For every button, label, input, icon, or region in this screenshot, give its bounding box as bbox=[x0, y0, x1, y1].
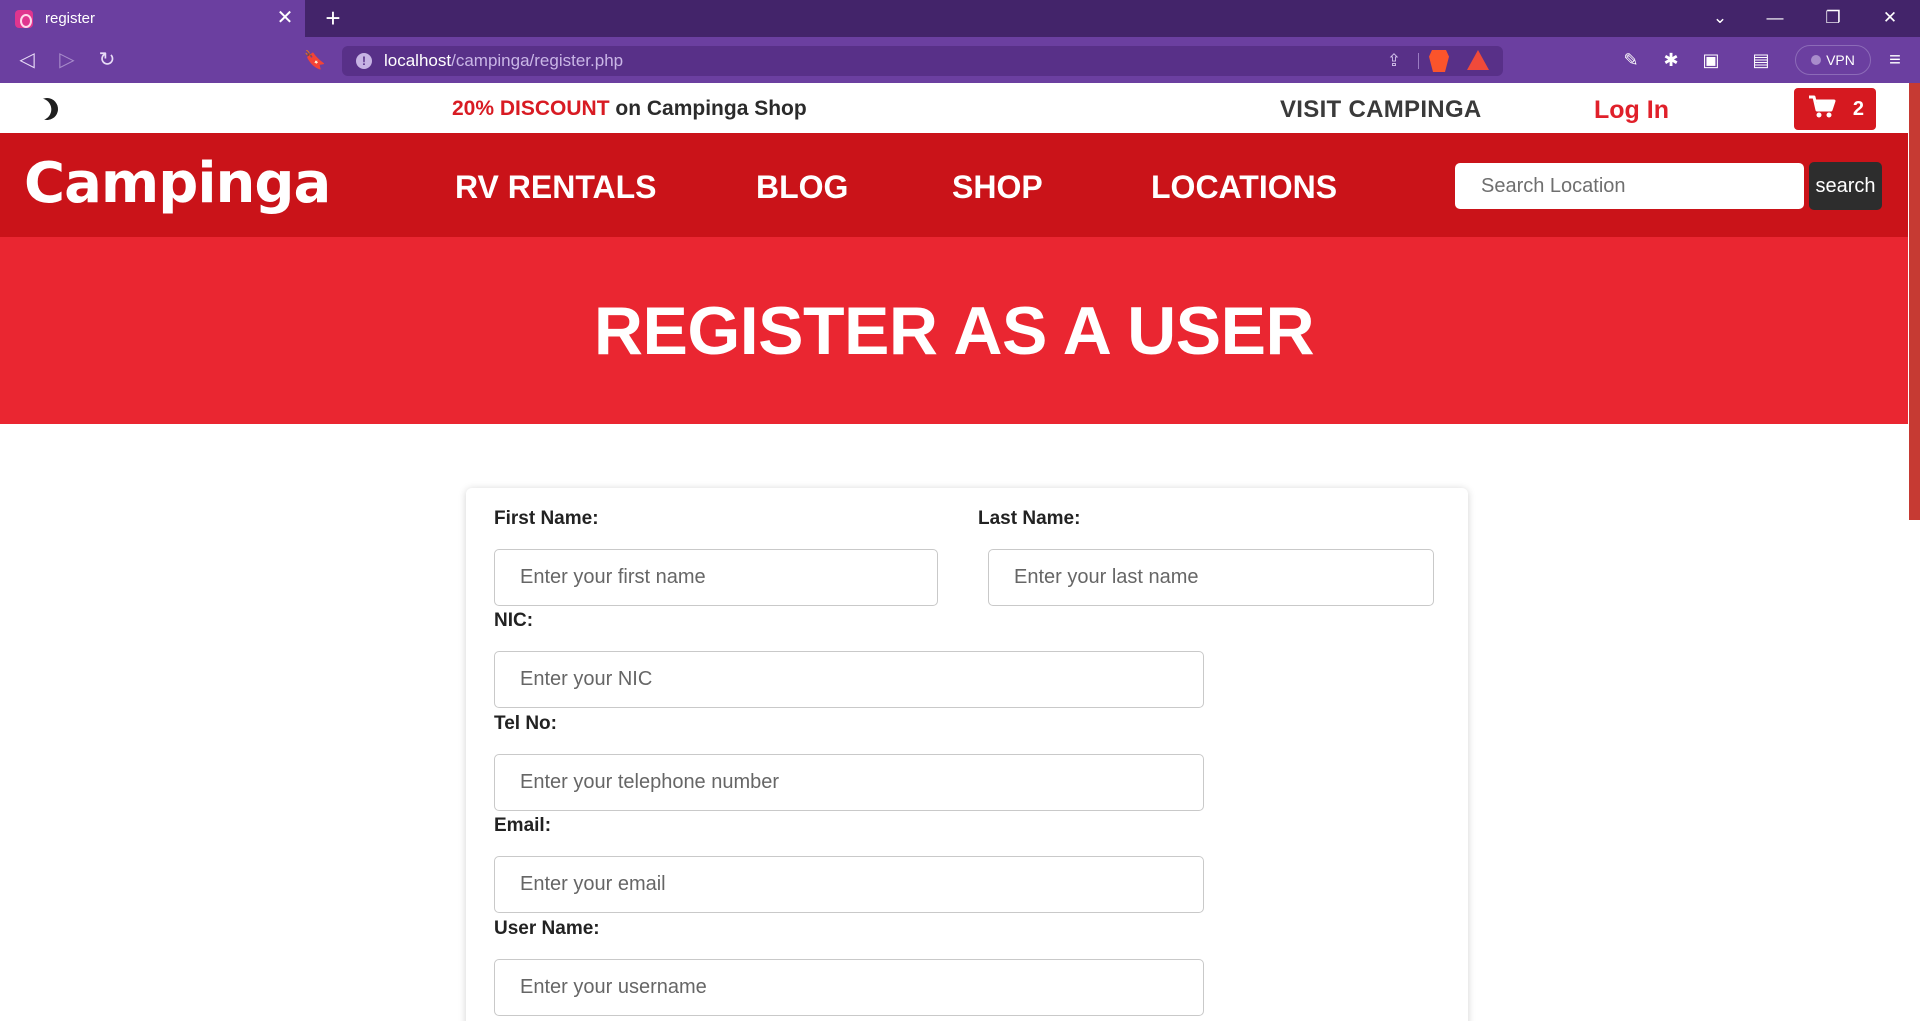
browser-tab-bar: register ✕ + ⌄ — ❐ ✕ bbox=[0, 0, 1920, 37]
login-link[interactable]: Log In bbox=[1594, 96, 1669, 125]
back-icon[interactable]: ◁ bbox=[12, 45, 42, 75]
register-form: First Name: Last Name: NIC: Tel No: Emai… bbox=[466, 488, 1468, 1021]
wallet-icon[interactable]: ▤ bbox=[1746, 45, 1776, 75]
brave-rewards-icon[interactable] bbox=[1467, 50, 1489, 70]
page-viewport: 20% DISCOUNT on Campinga Shop VISIT CAMP… bbox=[0, 83, 1920, 1021]
tab-close-icon[interactable]: ✕ bbox=[273, 6, 297, 30]
bookmark-icon[interactable]: 🔖 bbox=[300, 45, 330, 75]
browser-tab-register[interactable]: register ✕ bbox=[0, 0, 305, 37]
nav-locations[interactable]: LOCATIONS bbox=[1151, 169, 1337, 206]
new-tab-button[interactable]: + bbox=[318, 4, 348, 34]
visit-campinga-link[interactable]: VISIT CAMPINGA bbox=[1280, 96, 1482, 124]
close-window-button[interactable]: ✕ bbox=[1870, 2, 1910, 34]
nic-label: NIC: bbox=[494, 610, 534, 631]
promo-banner: 20% DISCOUNT on Campinga Shop bbox=[452, 97, 807, 121]
extensions-icon[interactable]: ✱ bbox=[1656, 45, 1686, 75]
site-topbar: 20% DISCOUNT on Campinga Shop VISIT CAMP… bbox=[0, 83, 1908, 133]
shopping-cart-icon bbox=[1808, 95, 1836, 124]
brave-shields-icon[interactable] bbox=[1429, 50, 1449, 72]
page-title: REGISTER AS A USER bbox=[593, 292, 1315, 369]
location-search-input[interactable] bbox=[1455, 163, 1804, 209]
cart-count-badge: 2 bbox=[1852, 97, 1864, 120]
tab-title: register bbox=[45, 10, 96, 27]
tel-input[interactable] bbox=[494, 754, 1204, 811]
restore-button[interactable]: ❐ bbox=[1813, 2, 1853, 34]
tel-label: Tel No: bbox=[494, 713, 557, 734]
search-button[interactable]: search bbox=[1809, 162, 1882, 210]
cart-button[interactable]: 2 bbox=[1794, 88, 1876, 130]
register-hero: REGISTER AS A USER bbox=[0, 237, 1908, 424]
vpn-button[interactable]: VPN bbox=[1795, 45, 1871, 75]
email-input[interactable] bbox=[494, 856, 1204, 913]
page-scrollbar[interactable] bbox=[1909, 83, 1920, 520]
site-info-icon[interactable]: ! bbox=[356, 53, 372, 69]
url-divider bbox=[1418, 53, 1419, 69]
forward-icon[interactable]: ▷ bbox=[52, 45, 82, 75]
campinga-logo[interactable]: Campinga bbox=[24, 151, 331, 216]
browser-menu-icon[interactable]: ≡ bbox=[1880, 45, 1910, 75]
dark-mode-moon-icon[interactable] bbox=[32, 94, 62, 124]
first-name-label: First Name: bbox=[494, 508, 599, 529]
first-name-input[interactable] bbox=[494, 549, 938, 606]
main-navbar: Campinga RV RENTALS BLOG SHOP LOCATIONS … bbox=[0, 133, 1908, 237]
sidebar-icon[interactable]: ▣ bbox=[1696, 45, 1726, 75]
nav-shop[interactable]: SHOP bbox=[952, 169, 1043, 206]
browser-toolbar: ◁ ▷ ↻ 🔖 ! localhost/campinga/register.ph… bbox=[0, 37, 1920, 83]
eyedropper-icon[interactable]: ✎ bbox=[1616, 45, 1646, 75]
url-path: /campinga/register.php bbox=[451, 51, 624, 70]
vpn-label: VPN bbox=[1826, 52, 1855, 68]
last-name-input[interactable] bbox=[988, 549, 1434, 606]
share-icon[interactable]: ⇪ bbox=[1383, 50, 1405, 72]
username-input[interactable] bbox=[494, 959, 1204, 1016]
site-favicon-icon bbox=[15, 9, 33, 28]
promo-discount: 20% DISCOUNT bbox=[452, 97, 610, 120]
reload-icon[interactable]: ↻ bbox=[92, 45, 122, 75]
username-label: User Name: bbox=[494, 918, 600, 939]
minimize-button[interactable]: — bbox=[1755, 2, 1795, 34]
promo-text: on Campinga Shop bbox=[609, 97, 807, 120]
nav-blog[interactable]: BLOG bbox=[756, 169, 848, 206]
vpn-status-icon bbox=[1811, 55, 1822, 65]
email-label: Email: bbox=[494, 815, 552, 836]
last-name-label: Last Name: bbox=[978, 508, 1081, 529]
nav-rv-rentals[interactable]: RV RENTALS bbox=[455, 169, 657, 206]
url-host: localhost bbox=[384, 51, 452, 70]
tab-list-chevron-icon[interactable]: ⌄ bbox=[1700, 2, 1740, 34]
nic-input[interactable] bbox=[494, 651, 1204, 708]
address-bar[interactable]: ! localhost/campinga/register.php ⇪ bbox=[342, 46, 1503, 76]
